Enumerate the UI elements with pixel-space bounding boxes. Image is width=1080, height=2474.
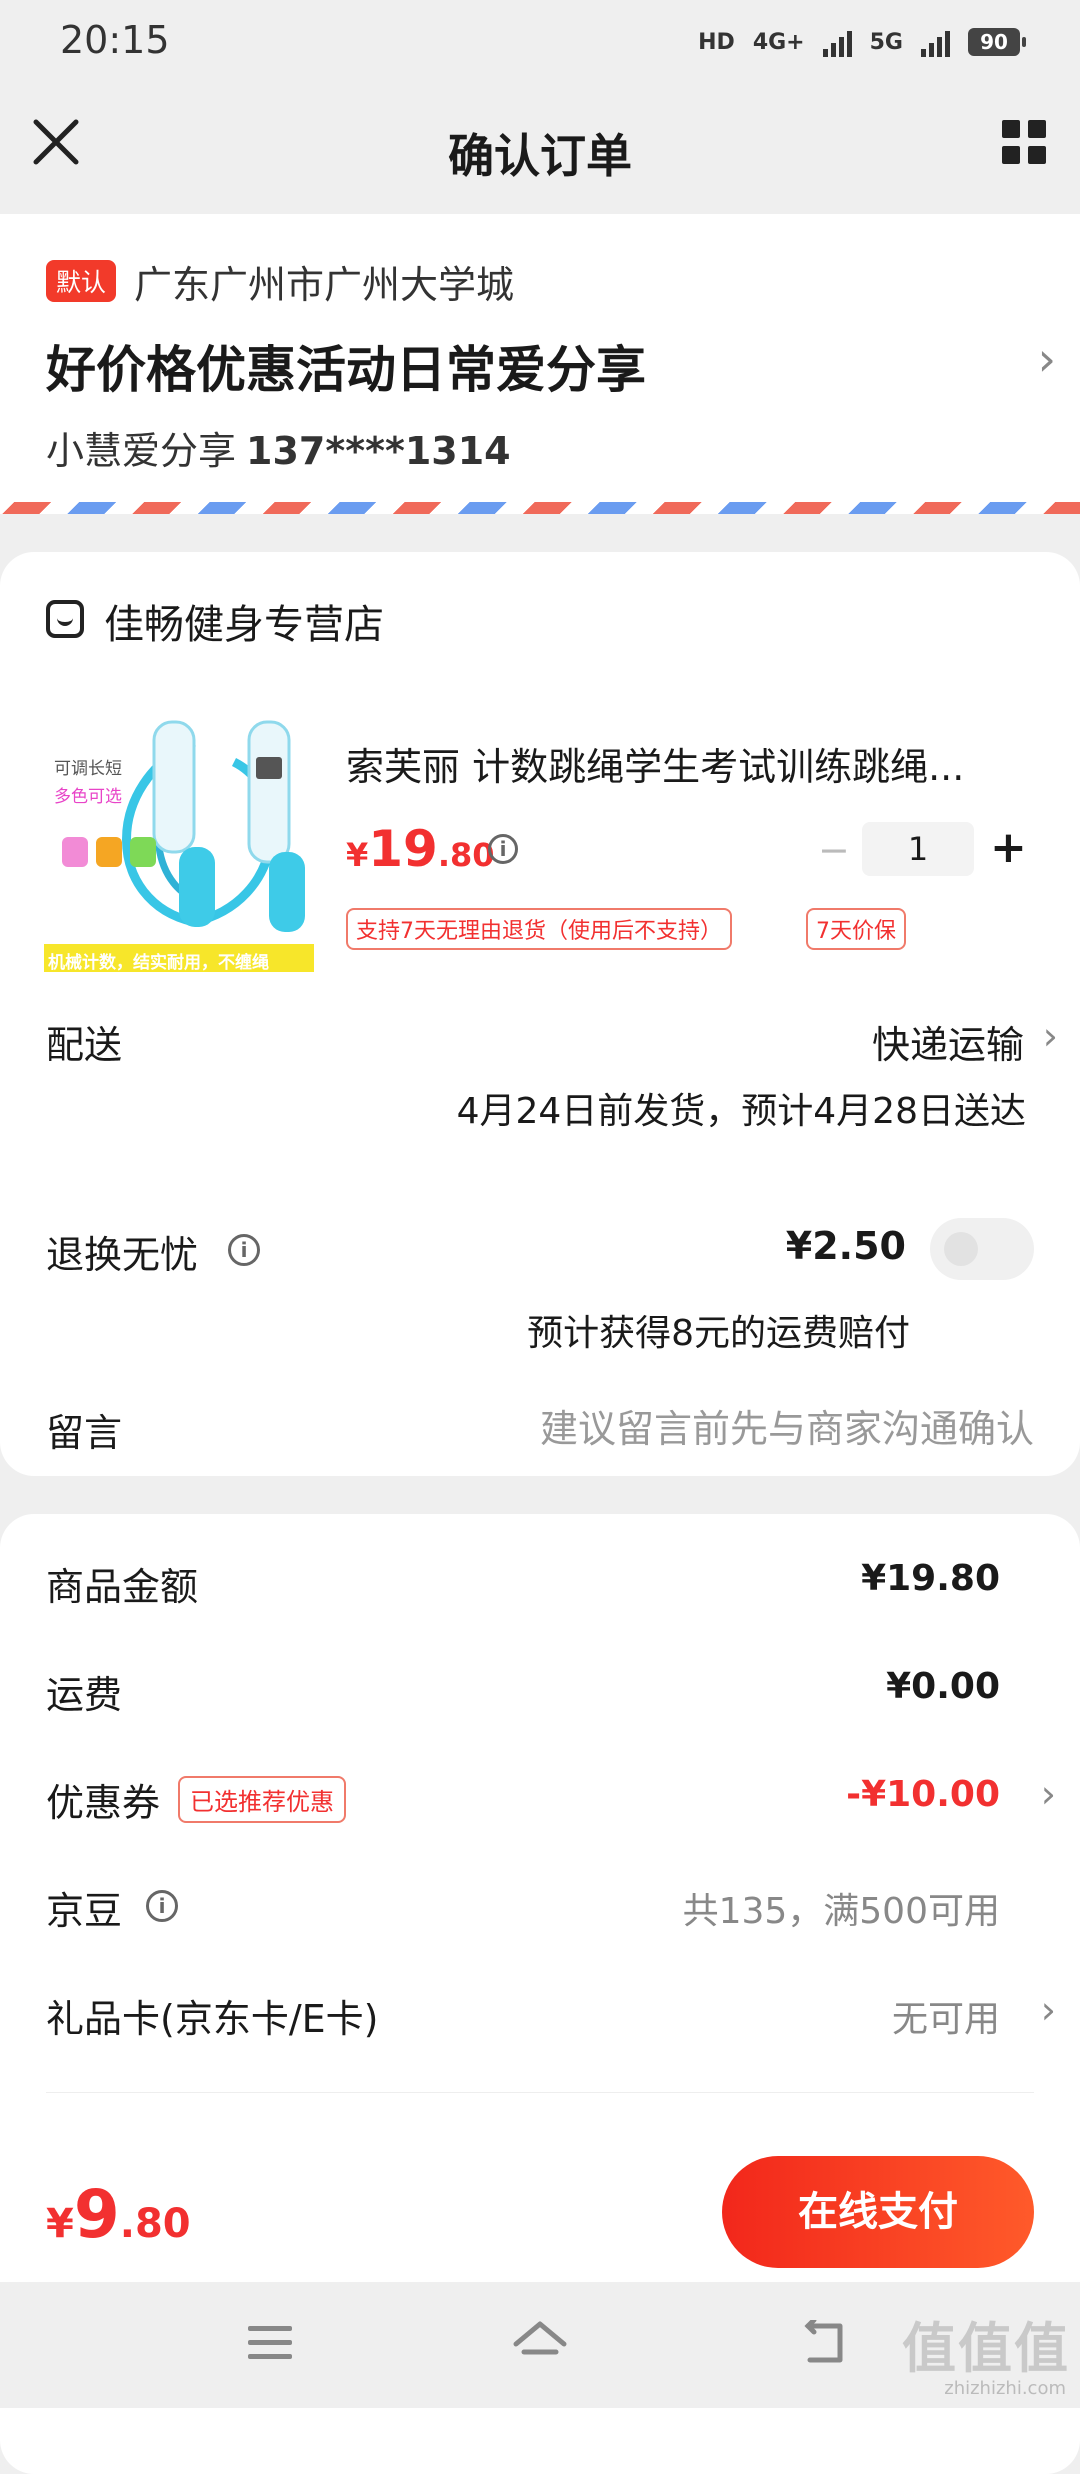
price-protect-tag: 7天价保 bbox=[806, 908, 906, 950]
envelope-stripe bbox=[0, 502, 1080, 514]
address-section[interactable]: 默认 广东广州市广州大学城 好价格优惠活动日常爱分享 › 小慧爱分享 137***… bbox=[0, 214, 1080, 514]
back-icon[interactable] bbox=[800, 2317, 850, 2366]
chevron-right-icon: › bbox=[1040, 1988, 1056, 2032]
info-icon[interactable]: i bbox=[228, 1234, 260, 1266]
price-integer: 19 bbox=[368, 820, 438, 878]
total-currency: ¥ bbox=[46, 2201, 74, 2247]
product-title[interactable]: 索芙丽 计数跳绳学生考试训练跳绳... bbox=[346, 736, 1006, 791]
signal-icon bbox=[921, 27, 950, 57]
hd-icon: HD bbox=[698, 29, 735, 55]
gift-card-label: 礼品卡(京东卡/E卡) bbox=[46, 1997, 379, 2041]
total-price: ¥9.80 bbox=[46, 2176, 191, 2253]
grid-icon bbox=[1002, 120, 1046, 164]
exchange-label: 退换无忧 bbox=[46, 1233, 199, 1277]
watermark-logo: 值值值 bbox=[902, 2317, 1070, 2380]
coupon-label: 优惠券 bbox=[46, 1781, 161, 1825]
network-4g-label: 4G+ bbox=[752, 29, 805, 55]
jd-beans-value: 共135，满500可用 bbox=[682, 1891, 1000, 1932]
page-title: 确认订单 bbox=[448, 129, 632, 183]
status-bar: 20:15 HD 4G+ 5G 90 bbox=[0, 0, 1080, 84]
delivery-label: 配送 bbox=[46, 1023, 123, 1067]
pay-bar: ¥9.80 在线支付 bbox=[0, 2134, 1080, 2282]
coupon-tag: 已选推荐优惠 bbox=[178, 1776, 346, 1823]
gift-card-value[interactable]: 无可用 bbox=[892, 1990, 1000, 2042]
total-integer: 9 bbox=[73, 2176, 120, 2253]
quantity-input[interactable]: 1 bbox=[862, 822, 974, 876]
delivery-method[interactable]: 快递运输 bbox=[872, 1014, 1024, 1069]
status-time: 20:15 bbox=[60, 18, 170, 62]
system-nav-bar: 值值值 zhizhizhi.com bbox=[0, 2282, 1080, 2408]
message-input[interactable]: 建议留言前先与商家沟通确认 bbox=[540, 1398, 1034, 1453]
product-price: ¥19.80 bbox=[346, 820, 495, 878]
recipient-name: 小慧爱分享 bbox=[46, 429, 237, 473]
store-icon bbox=[46, 600, 84, 638]
info-icon[interactable]: i bbox=[488, 834, 518, 864]
goods-amount-label: 商品金额 bbox=[46, 1565, 199, 1609]
order-card: 佳畅健身专营店 可调长短 多色可选 机械计数，结实耐用，不缠绳 索芙丽 计数跳绳… bbox=[0, 552, 1080, 1476]
total-decimal: .80 bbox=[119, 2201, 191, 2247]
goods-amount-value: ¥19.80 bbox=[861, 1558, 1000, 1599]
system-icons: HD 4G+ 5G 90 bbox=[698, 20, 1026, 64]
chevron-right-icon: › bbox=[1042, 1014, 1058, 1058]
return-policy-tag: 支持7天无理由退货（使用后不支持） bbox=[346, 908, 732, 950]
product-image[interactable]: 可调长短 多色可选 机械计数，结实耐用，不缠绳 bbox=[44, 702, 314, 972]
price-decimal: .80 bbox=[437, 836, 495, 874]
message-label: 留言 bbox=[46, 1411, 123, 1455]
recipient-phone: 137****1314 bbox=[246, 429, 511, 473]
address-detail: 好价格优惠活动日常爱分享 bbox=[46, 341, 646, 399]
quantity-plus-button[interactable]: + bbox=[990, 822, 1027, 873]
battery-icon: 90 bbox=[968, 28, 1026, 56]
delivery-date: 4月24日前发货，预计4月28日送达 bbox=[456, 1091, 1026, 1132]
price-currency: ¥ bbox=[346, 836, 369, 874]
watermark-url: zhizhizhi.com bbox=[944, 2378, 1066, 2399]
coupon-value[interactable]: -¥10.00 bbox=[846, 1774, 1000, 1815]
chevron-right-icon: › bbox=[1040, 1772, 1056, 1816]
shipping-value: ¥0.00 bbox=[886, 1666, 1000, 1707]
store-name[interactable]: 佳畅健身专营店 bbox=[104, 592, 384, 650]
shipping-label: 运费 bbox=[46, 1673, 123, 1717]
exchange-price: ¥2.50 bbox=[785, 1224, 906, 1268]
exchange-toggle[interactable] bbox=[930, 1218, 1034, 1280]
image-text-colors: 多色可选 bbox=[54, 787, 122, 807]
exchange-note: 预计获得8元的运费赔付 bbox=[527, 1313, 910, 1354]
image-text-banner: 机械计数，结实耐用，不缠绳 bbox=[48, 953, 269, 972]
default-address-badge: 默认 bbox=[46, 260, 117, 302]
jump-rope-image bbox=[44, 702, 314, 972]
contact-info: 小慧爱分享 137****1314 bbox=[46, 420, 511, 475]
title-bar: 确认订单 bbox=[0, 84, 1080, 214]
network-5g-label: 5G bbox=[869, 29, 903, 55]
image-text-adjustable: 可调长短 bbox=[54, 759, 122, 779]
home-icon[interactable] bbox=[510, 2318, 570, 2368]
more-menu-button[interactable] bbox=[996, 114, 1052, 170]
jd-beans-label: 京豆 bbox=[46, 1889, 123, 1933]
quantity-minus-button[interactable]: − bbox=[818, 828, 850, 872]
recent-apps-icon[interactable] bbox=[248, 2326, 292, 2360]
chevron-right-icon: › bbox=[1037, 332, 1056, 386]
pay-online-button[interactable]: 在线支付 bbox=[722, 2156, 1034, 2268]
address-region: 广东广州市广州大学城 bbox=[134, 263, 515, 307]
divider bbox=[46, 2092, 1034, 2093]
info-icon[interactable]: i bbox=[146, 1890, 178, 1922]
signal-icon bbox=[822, 27, 852, 57]
